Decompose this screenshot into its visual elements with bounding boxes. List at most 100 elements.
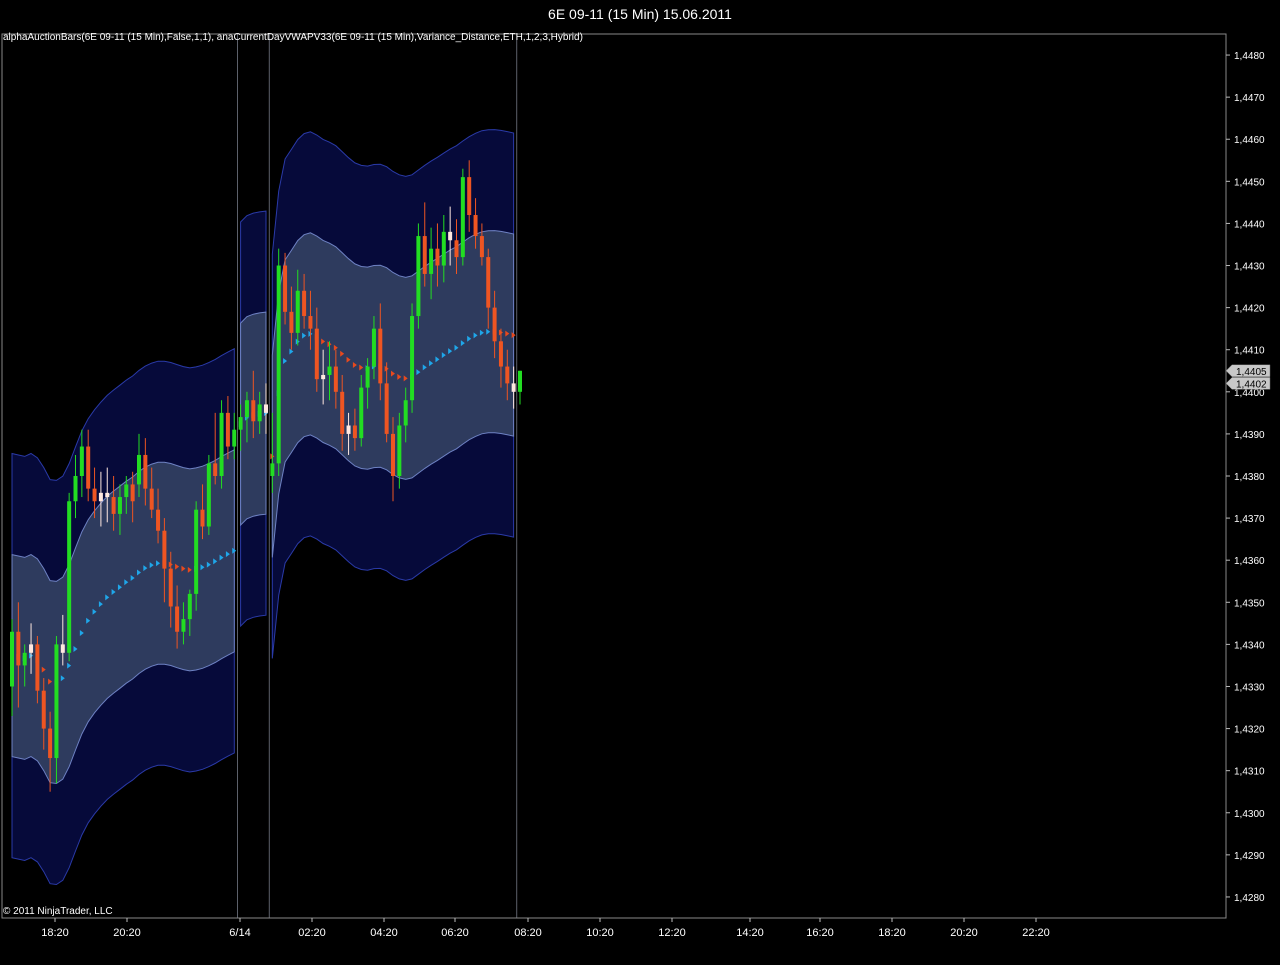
candle-body xyxy=(29,644,34,653)
candle-body xyxy=(35,644,40,691)
candle-body xyxy=(219,412,224,476)
candle-body xyxy=(371,328,376,367)
candle-body xyxy=(492,307,497,342)
candle-body xyxy=(124,484,129,498)
x-tick-label: 06:20 xyxy=(441,927,469,939)
bands-layer xyxy=(11,129,515,886)
y-tick-label: 1,4300 xyxy=(1234,809,1265,820)
candle-body xyxy=(264,404,268,413)
y-tick-label: 1,4480 xyxy=(1234,51,1265,62)
candle-body xyxy=(333,366,338,392)
candle-body xyxy=(206,463,211,527)
candle-body xyxy=(156,509,161,531)
x-tick-label: 10:20 xyxy=(586,927,614,939)
y-tick-label: 1,4360 xyxy=(1234,556,1265,567)
candle-body xyxy=(511,383,516,392)
x-tick-label: 18:20 xyxy=(41,927,69,939)
candle-body xyxy=(41,690,46,729)
candle-body xyxy=(16,631,21,666)
candle-body xyxy=(92,488,97,502)
candle-body xyxy=(149,488,154,510)
y-tick-label: 1,4280 xyxy=(1234,893,1265,904)
y-tick-label: 1,4440 xyxy=(1234,219,1265,230)
candle-body xyxy=(194,509,199,594)
candle-body xyxy=(187,593,192,620)
candle-body xyxy=(86,446,91,489)
candle-body xyxy=(467,177,472,216)
candle-body xyxy=(168,568,173,607)
candle-body xyxy=(352,425,357,439)
x-tick-label: 18:20 xyxy=(878,927,906,939)
candle-body xyxy=(238,417,243,430)
candle-body xyxy=(60,644,65,653)
candle-body xyxy=(283,265,288,312)
candle-body xyxy=(346,425,351,434)
candle-body xyxy=(200,509,205,527)
candle-body xyxy=(340,391,345,434)
candle-body xyxy=(448,231,453,241)
candle-body xyxy=(498,341,503,367)
candle-body xyxy=(232,429,237,447)
candle-body xyxy=(111,497,116,514)
candle-body xyxy=(143,454,148,489)
y-tick-label: 1,4410 xyxy=(1234,346,1265,357)
candle-body xyxy=(429,248,434,274)
x-tick-label: 04:20 xyxy=(370,927,398,939)
x-tick-label: 16:20 xyxy=(806,927,834,939)
y-tick-label: 1,4460 xyxy=(1234,135,1265,146)
y-tick-label: 1,4290 xyxy=(1234,851,1265,862)
candle-body xyxy=(117,497,122,514)
candle-body xyxy=(48,728,53,759)
x-tick-label: 20:20 xyxy=(113,927,141,939)
candle-body xyxy=(181,619,186,632)
y-tick-label: 1,4470 xyxy=(1234,93,1265,104)
y-tick-label: 1,4430 xyxy=(1234,262,1265,273)
x-tick-label: 12:20 xyxy=(658,927,686,939)
candle-body xyxy=(130,484,135,502)
copyright-notice: © 2011 NinjaTrader, LLC xyxy=(3,906,113,917)
y-tick-label: 1,4350 xyxy=(1234,598,1265,609)
candle-body xyxy=(479,236,484,258)
candle-body xyxy=(441,231,446,266)
candle-body xyxy=(397,425,402,476)
candle-body xyxy=(460,177,465,258)
candle-body xyxy=(98,492,103,502)
candle-body xyxy=(321,374,326,380)
x-tick-label: 6/14 xyxy=(229,927,250,939)
candle-body xyxy=(422,236,427,274)
candle-body xyxy=(270,463,275,476)
x-tick-label: 20:20 xyxy=(950,927,978,939)
candle-body xyxy=(473,215,478,237)
indicator-label: alphaAuctionBars(6E 09-11 (15 Min),False… xyxy=(3,32,583,43)
candle-body xyxy=(505,366,510,384)
candle-body xyxy=(454,240,459,258)
candle-body xyxy=(410,316,415,401)
candle-body xyxy=(213,463,218,476)
y-tick-label: 1,4330 xyxy=(1234,682,1265,693)
candle-body xyxy=(518,370,522,392)
chart-canvas[interactable]: 1,4280 1,4290 1,4300 1,4310 1,4320 1,4330 1,43… xyxy=(0,0,1280,965)
candle-body xyxy=(54,644,59,759)
price-tag-label: 1,4402 xyxy=(1236,379,1267,390)
candle-body xyxy=(105,492,110,498)
x-tick-label: 14:20 xyxy=(736,927,764,939)
y-tick-label: 1,4320 xyxy=(1234,725,1265,736)
candle-body xyxy=(10,631,14,687)
candle-body xyxy=(175,606,180,632)
x-tick-label: 02:20 xyxy=(298,927,326,939)
candle-body xyxy=(416,236,421,317)
y-tick-label: 1,4420 xyxy=(1234,304,1265,315)
candle-body xyxy=(251,400,256,422)
y-tick-label: 1,4450 xyxy=(1234,177,1265,188)
candle-body xyxy=(79,446,84,476)
candle-body xyxy=(314,328,319,380)
candle-body xyxy=(308,316,313,329)
candle-body xyxy=(391,433,395,476)
candle-body xyxy=(365,366,370,388)
candle-body xyxy=(225,412,230,447)
y-tick-label: 1,4310 xyxy=(1234,767,1265,778)
price-tag-label: 1,4405 xyxy=(1236,367,1267,378)
candle-body xyxy=(435,248,440,266)
candle-body xyxy=(403,400,408,426)
candle-body xyxy=(289,311,294,333)
